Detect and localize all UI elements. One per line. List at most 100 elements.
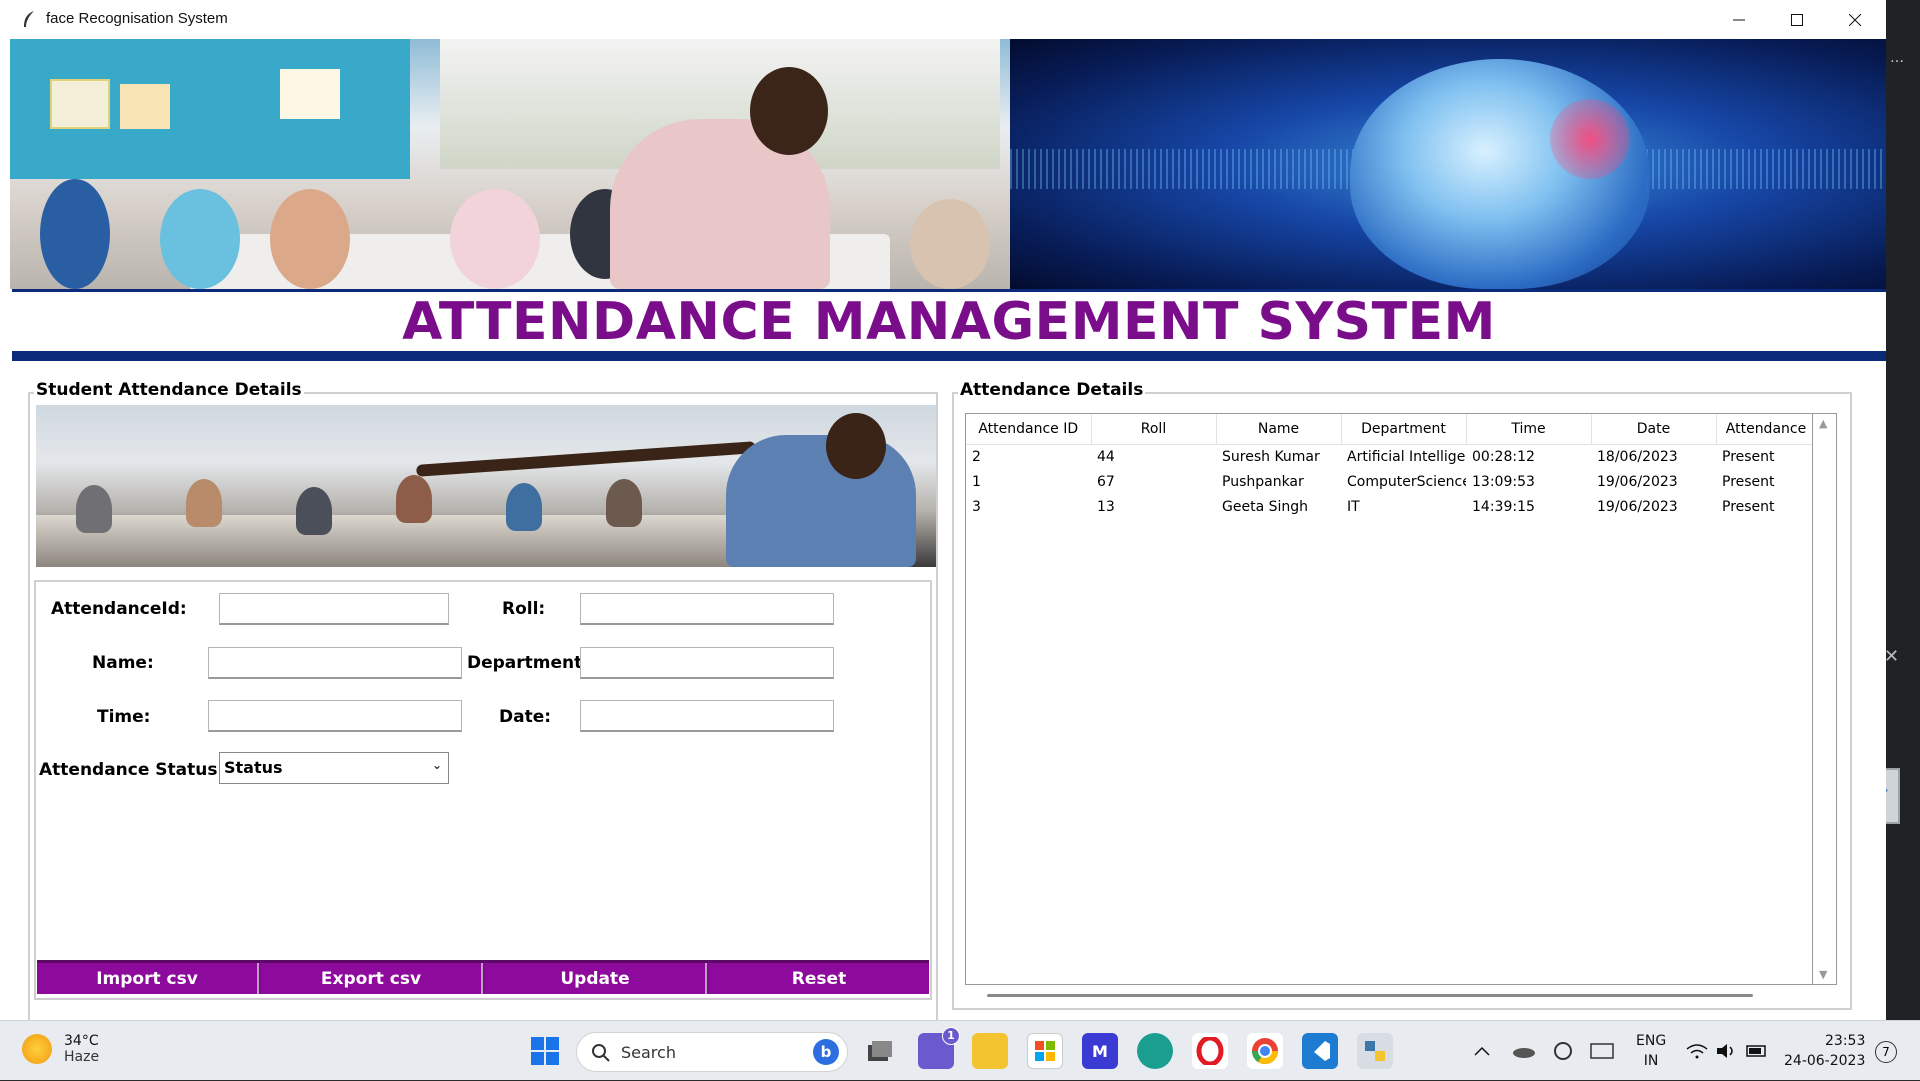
desktop-background	[1886, 0, 1920, 1020]
vscode-icon[interactable]	[1302, 1033, 1338, 1069]
table-header-row: Attendance ID Roll Name Department Time …	[966, 414, 1812, 445]
maximize-button[interactable]	[1768, 0, 1826, 39]
cell-attendance-id: 3	[972, 498, 981, 515]
attendance-status-select[interactable]: Status ⌄	[219, 752, 449, 784]
clock-time: 23:53	[1825, 1033, 1866, 1049]
edge-icon[interactable]	[1137, 1033, 1173, 1069]
more-icon[interactable]: …	[1890, 50, 1904, 66]
scroll-up-icon[interactable]: ▲	[1819, 417, 1827, 430]
cell-name: Pushpankar	[1222, 473, 1304, 490]
roll-label: Roll:	[502, 599, 546, 619]
attendance-details-label: Attendance Details	[958, 380, 1146, 400]
scrollbar-thumb[interactable]	[987, 994, 1753, 997]
cell-date: 19/06/2023	[1597, 498, 1678, 515]
column-header-department[interactable]: Department	[1341, 414, 1467, 445]
chat-icon[interactable]: 1	[918, 1027, 960, 1069]
file-explorer-icon[interactable]	[972, 1033, 1008, 1069]
department-label: Department:	[467, 653, 590, 673]
column-header-time[interactable]: Time	[1466, 414, 1592, 445]
cell-time: 00:28:12	[1472, 448, 1535, 465]
student-form	[34, 580, 932, 1000]
app-window: face Recognisation System ATTENDANCE MAN…	[0, 0, 1886, 1020]
taskbar-search[interactable]: Search b	[576, 1032, 848, 1072]
language-indicator[interactable]: ENG IN	[1636, 1031, 1666, 1071]
face-ai-image	[1010, 39, 1886, 289]
scroll-down-icon[interactable]: ▼	[1819, 968, 1827, 981]
column-header-name[interactable]: Name	[1216, 414, 1342, 445]
status-selected-value: Status	[224, 758, 283, 777]
time-label: Time:	[97, 707, 151, 727]
lang-line1: ENG	[1636, 1033, 1667, 1049]
chrome-icon[interactable]	[1247, 1033, 1283, 1069]
table-row[interactable]: 3 13 Geeta Singh IT 14:39:15 19/06/2023 …	[966, 494, 1812, 519]
cell-date: 19/06/2023	[1597, 473, 1678, 490]
app-icon-m[interactable]: M	[1082, 1033, 1118, 1069]
table-row[interactable]: 1 67 Pushpankar ComputerScience 13:09:53…	[966, 469, 1812, 494]
attendance-status-label: Attendance Status:	[39, 760, 225, 780]
cell-department: IT	[1347, 498, 1360, 515]
vertical-scrollbar[interactable]: ▲ ▼	[1813, 413, 1837, 985]
windows-start-icon[interactable]	[527, 1033, 563, 1069]
attendance-id-label: AttendanceId:	[51, 599, 187, 619]
lang-line2: IN	[1643, 1053, 1659, 1069]
battery-icon[interactable]	[1746, 1021, 1768, 1081]
weather-temp: 34°C	[64, 1033, 99, 1049]
weather-condition: Haze	[64, 1049, 100, 1065]
cell-roll: 67	[1097, 473, 1115, 490]
close-button[interactable]	[1826, 0, 1884, 39]
reset-button[interactable]: Reset	[709, 963, 929, 994]
feather-icon	[22, 10, 36, 32]
action-buttons: Import csv Export csv Update Reset	[37, 960, 929, 994]
show-hidden-icons[interactable]	[1474, 1021, 1490, 1081]
name-input[interactable]	[208, 647, 462, 679]
cell-time: 14:39:15	[1472, 498, 1535, 515]
onedrive-icon[interactable]	[1512, 1021, 1536, 1081]
python-app-icon[interactable]	[1357, 1033, 1393, 1069]
cell-attendance: Present	[1722, 473, 1775, 490]
column-header-attendance-id[interactable]: Attendance ID	[966, 414, 1092, 445]
column-header-date[interactable]: Date	[1591, 414, 1717, 445]
title-bar: face Recognisation System	[0, 0, 1886, 39]
volume-icon[interactable]	[1716, 1021, 1738, 1081]
table-row[interactable]: 2 44 Suresh Kumar Artificial Intelligen …	[966, 444, 1812, 469]
search-label: Search	[621, 1042, 676, 1062]
cell-name: Geeta Singh	[1222, 498, 1309, 515]
attendance-table[interactable]: Attendance ID Roll Name Department Time …	[965, 413, 1813, 985]
cell-attendance: Present	[1722, 448, 1775, 465]
microsoft-store-icon[interactable]	[1027, 1033, 1063, 1069]
date-input[interactable]	[580, 700, 834, 732]
header-banner	[10, 39, 1886, 289]
notification-badge[interactable]: 7	[1875, 1041, 1897, 1063]
minimize-button[interactable]	[1710, 0, 1768, 39]
weather-widget[interactable]: 34°C Haze	[22, 1033, 99, 1065]
attendance-id-input[interactable]	[219, 593, 449, 625]
update-button[interactable]: Update	[485, 963, 707, 994]
taskbar: 34°C Haze Search b 1 M ENG IN 23:53 24-0…	[0, 1020, 1920, 1080]
keyboard-icon[interactable]	[1590, 1021, 1614, 1081]
import-csv-button[interactable]: Import csv	[37, 963, 259, 994]
close-icon[interactable]: ✕	[1884, 646, 1899, 667]
title-band: ATTENDANCE MANAGEMENT SYSTEM	[12, 289, 1886, 361]
page-title: ATTENDANCE MANAGEMENT SYSTEM	[402, 292, 1496, 352]
cell-date: 18/06/2023	[1597, 448, 1678, 465]
sync-icon[interactable]	[1552, 1021, 1574, 1081]
search-icon	[592, 1044, 610, 1062]
task-view-icon[interactable]	[862, 1033, 898, 1069]
date-label: Date:	[499, 707, 552, 727]
column-header-attendance[interactable]: Attendance	[1716, 414, 1812, 445]
wifi-icon[interactable]	[1686, 1021, 1708, 1081]
horizontal-scrollbar[interactable]	[965, 986, 1837, 1004]
cell-department: Artificial Intelligen	[1347, 448, 1466, 465]
cell-roll: 13	[1097, 498, 1115, 515]
bing-icon[interactable]: b	[813, 1039, 839, 1065]
column-header-roll[interactable]: Roll	[1091, 414, 1217, 445]
cell-attendance-id: 2	[972, 448, 981, 465]
export-csv-button[interactable]: Export csv	[261, 963, 483, 994]
roll-input[interactable]	[580, 593, 834, 625]
classroom-image	[10, 39, 1010, 289]
opera-icon[interactable]	[1192, 1033, 1228, 1069]
time-input[interactable]	[208, 700, 462, 732]
department-input[interactable]	[580, 647, 834, 679]
clock[interactable]: 23:53 24-06-2023	[1784, 1031, 1865, 1071]
window-title: face Recognisation System	[46, 10, 228, 27]
